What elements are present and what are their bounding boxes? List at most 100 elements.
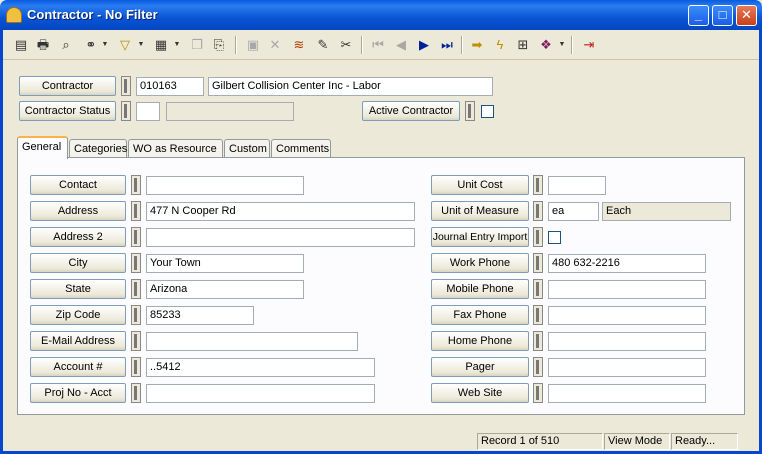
mobile-phone-field[interactable] <box>548 280 706 299</box>
home-phone-field[interactable] <box>548 332 706 351</box>
contact-button[interactable]: Contact <box>30 175 126 195</box>
filter-icon[interactable]: ▽ <box>115 35 135 55</box>
pencil-icon[interactable]: ✎ <box>313 35 333 55</box>
field-grip[interactable] <box>533 201 543 221</box>
field-grip[interactable] <box>131 279 141 299</box>
address-field[interactable]: 477 N Cooper Rd <box>146 202 415 221</box>
tab-comments[interactable]: Comments <box>271 139 331 158</box>
contractor-id-field[interactable]: 010163 <box>136 77 204 96</box>
field-grip[interactable] <box>465 101 475 121</box>
tab-custom[interactable]: Custom <box>224 139 270 158</box>
field-grip[interactable] <box>533 279 543 299</box>
field-grip[interactable] <box>121 76 131 96</box>
contractor-name-field[interactable]: Gilbert Collision Center Inc - Labor <box>208 77 493 96</box>
delete-icon[interactable]: ✕ <box>265 35 285 55</box>
account-number-button[interactable]: Account # <box>30 357 126 377</box>
fax-phone-button[interactable]: Fax Phone <box>431 305 529 325</box>
copy-icon[interactable]: ❐ <box>187 35 207 55</box>
field-grip[interactable] <box>131 227 141 247</box>
journal-entry-import-button[interactable]: Journal Entry Import <box>431 227 529 247</box>
print-icon[interactable]: 🖶 <box>33 35 53 55</box>
form-icon[interactable]: ▦ <box>151 35 171 55</box>
grid-icon[interactable]: ▤ <box>11 35 31 55</box>
last-record-icon[interactable]: ⏭ <box>437 35 457 55</box>
pager-button[interactable]: Pager <box>431 357 529 377</box>
field-grip[interactable] <box>121 101 131 121</box>
exit-icon[interactable]: ⇥ <box>579 35 599 55</box>
field-grip[interactable] <box>131 305 141 325</box>
next-record-icon[interactable]: ▶ <box>414 35 434 55</box>
tab-wo-as-resource[interactable]: WO as Resource <box>128 139 223 158</box>
book-icon[interactable]: ❖ <box>536 35 556 55</box>
contact-field[interactable] <box>146 176 304 195</box>
address-2-field[interactable] <box>146 228 415 247</box>
field-grip[interactable] <box>131 383 141 403</box>
unit-cost-field[interactable] <box>548 176 606 195</box>
field-grip[interactable] <box>131 175 141 195</box>
close-button[interactable]: ✕ <box>736 5 757 26</box>
title-bar: Contractor - No Filter _ □ ✕ <box>0 0 762 30</box>
work-phone-button[interactable]: Work Phone <box>431 253 529 273</box>
status-bar: Record 1 of 510 View Mode Ready... <box>3 431 759 451</box>
state-button[interactable]: State <box>30 279 126 299</box>
prev-record-icon[interactable]: ◀ <box>391 35 411 55</box>
tab-categories[interactable]: Categories <box>69 139 127 158</box>
chevron-down-icon[interactable]: ▼ <box>173 35 181 55</box>
fax-phone-field[interactable] <box>548 306 706 325</box>
state-field[interactable]: Arizona <box>146 280 304 299</box>
proj-no-acct-button[interactable]: Proj No - Acct <box>30 383 126 403</box>
city-button[interactable]: City <box>30 253 126 273</box>
web-site-button[interactable]: Web Site <box>431 383 529 403</box>
email-address-field[interactable] <box>146 332 358 351</box>
chevron-down-icon[interactable]: ▼ <box>137 35 145 55</box>
field-grip[interactable] <box>131 201 141 221</box>
address-button[interactable]: Address <box>30 201 126 221</box>
field-grip[interactable] <box>131 331 141 351</box>
unit-cost-button[interactable]: Unit Cost <box>431 175 529 195</box>
field-grip[interactable] <box>533 227 543 247</box>
work-phone-field[interactable]: 480 632-2216 <box>548 254 706 273</box>
field-grip[interactable] <box>533 305 543 325</box>
tab-general[interactable]: General <box>17 136 68 159</box>
window-icon[interactable]: ⊞ <box>513 35 533 55</box>
address-2-button[interactable]: Address 2 <box>30 227 126 247</box>
field-grip[interactable] <box>533 357 543 377</box>
field-grip[interactable] <box>533 253 543 273</box>
city-field[interactable]: Your Town <box>146 254 304 273</box>
binoculars-icon[interactable]: ⚭ <box>81 35 101 55</box>
zip-code-button[interactable]: Zip Code <box>30 305 126 325</box>
field-grip[interactable] <box>131 357 141 377</box>
arrow-right-icon[interactable]: ➡ <box>467 35 487 55</box>
save-icon[interactable]: ▣ <box>243 35 263 55</box>
account-number-field[interactable]: ..5412 <box>146 358 375 377</box>
pager-field[interactable] <box>548 358 706 377</box>
contractor-button[interactable]: Contractor <box>19 76 116 96</box>
mobile-phone-button[interactable]: Mobile Phone <box>431 279 529 299</box>
web-site-field[interactable] <box>548 384 706 403</box>
minimize-button[interactable]: _ <box>688 5 709 26</box>
chevron-down-icon[interactable]: ▼ <box>558 35 566 55</box>
lightning-icon[interactable]: ϟ <box>490 35 510 55</box>
active-contractor-checkbox[interactable] <box>481 105 494 118</box>
unit-of-measure-button[interactable]: Unit of Measure <box>431 201 529 221</box>
stack-icon[interactable]: ≋ <box>289 35 309 55</box>
paste-icon[interactable]: ⎘ <box>209 35 229 55</box>
chevron-down-icon[interactable]: ▼ <box>101 35 109 55</box>
unit-of-measure-field[interactable]: ea <box>548 202 599 221</box>
preview-icon[interactable]: ⌕ <box>56 35 76 55</box>
contractor-status-button[interactable]: Contractor Status <box>19 101 116 121</box>
status-code-field[interactable] <box>136 102 160 121</box>
email-address-button[interactable]: E-Mail Address <box>30 331 126 351</box>
zip-code-field[interactable]: 85233 <box>146 306 254 325</box>
maximize-button[interactable]: □ <box>712 5 733 26</box>
field-grip[interactable] <box>131 253 141 273</box>
active-contractor-button[interactable]: Active Contractor <box>362 101 460 121</box>
scissors-icon[interactable]: ✂ <box>336 35 356 55</box>
field-grip[interactable] <box>533 331 543 351</box>
home-phone-button[interactable]: Home Phone <box>431 331 529 351</box>
field-grip[interactable] <box>533 383 543 403</box>
journal-entry-import-checkbox[interactable] <box>548 231 561 244</box>
proj-no-acct-field[interactable] <box>146 384 375 403</box>
first-record-icon[interactable]: ⏮ <box>368 35 388 55</box>
field-grip[interactable] <box>533 175 543 195</box>
